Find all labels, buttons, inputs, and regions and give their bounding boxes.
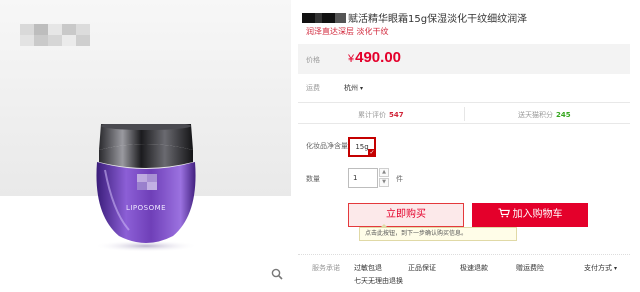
redacted-brand	[302, 13, 346, 23]
chevron-down-icon: ▾	[614, 265, 618, 272]
buy-now-button[interactable]: 立即购买	[348, 203, 464, 227]
price-label: 价格	[306, 56, 320, 64]
quantity-label: 数量	[306, 175, 320, 183]
service-item[interactable]: 过敏包退	[354, 263, 382, 273]
service-label: 服务承诺	[312, 264, 340, 272]
spec-option-text: 15g	[355, 143, 369, 151]
price-amount: 490.00	[355, 49, 402, 66]
shipping-label: 运费	[306, 84, 320, 92]
points-stat: 送天猫积分 245	[518, 110, 571, 120]
product-subtitle: 润泽直达深层 淡化干纹	[306, 27, 389, 36]
product-title-text: 赋活精华眼霜15g保湿淡化干纹细纹润泽	[348, 14, 528, 25]
add-to-cart-label: 加入购物车	[512, 209, 563, 220]
magnifier-icon[interactable]	[271, 268, 283, 280]
product-stats: 累计评价 547 送天猫积分 245	[298, 102, 630, 124]
service-item[interactable]: 正品保证	[408, 263, 436, 273]
shipping-city-select[interactable]: 杭州 ▾	[344, 83, 363, 93]
product-title: 赋活精华眼霜15g保湿淡化干纹细纹润泽	[302, 10, 527, 25]
stats-divider	[464, 107, 465, 121]
currency-symbol: ¥	[348, 53, 355, 65]
service-promise-bar: 服务承诺 过敏包退 正品保证 极速退款 赠运费险 七天无理由退换 支付方式 ▾	[298, 254, 630, 292]
points-label: 送天猫积分	[518, 111, 553, 119]
payment-method-dropdown[interactable]: 支付方式 ▾	[584, 263, 617, 273]
cart-icon	[498, 204, 510, 218]
check-icon: ✓	[368, 149, 376, 157]
cream-jar-image: LIPOSOME	[93, 124, 199, 252]
quantity-decrement-button[interactable]: ▼	[379, 178, 389, 187]
service-item[interactable]: 极速退款	[460, 263, 488, 273]
payment-method-label: 支付方式	[584, 264, 612, 272]
points-value: 245	[556, 111, 571, 119]
reviews-count: 547	[389, 111, 404, 119]
spec-label: 化妆品净含量	[306, 142, 348, 150]
reviews-label: 累计评价	[358, 111, 386, 119]
quantity-input[interactable]	[348, 168, 378, 188]
product-image[interactable]: LIPOSOME	[0, 0, 291, 292]
service-item-return[interactable]: 七天无理由退换	[354, 276, 403, 286]
quantity-increment-button[interactable]: ▲	[379, 168, 389, 177]
service-item[interactable]: 赠运费险	[516, 263, 544, 273]
shipping-city: 杭州	[344, 84, 358, 92]
add-to-cart-button[interactable]: 加入购物车	[472, 203, 588, 227]
price-panel: 价格 ¥490.00	[298, 44, 630, 74]
quantity-unit: 件	[396, 175, 403, 183]
review-stat[interactable]: 累计评价 547	[358, 110, 404, 120]
chevron-down-icon: ▾	[360, 85, 364, 92]
blurred-logo	[20, 24, 90, 46]
price-value: ¥490.00	[348, 49, 401, 66]
buy-tooltip: 点击此按钮，到下一步确认购买信息。	[359, 224, 517, 241]
spec-option-selected[interactable]: 15g ✓	[348, 137, 376, 157]
jar-brand-text: LIPOSOME	[126, 204, 166, 212]
